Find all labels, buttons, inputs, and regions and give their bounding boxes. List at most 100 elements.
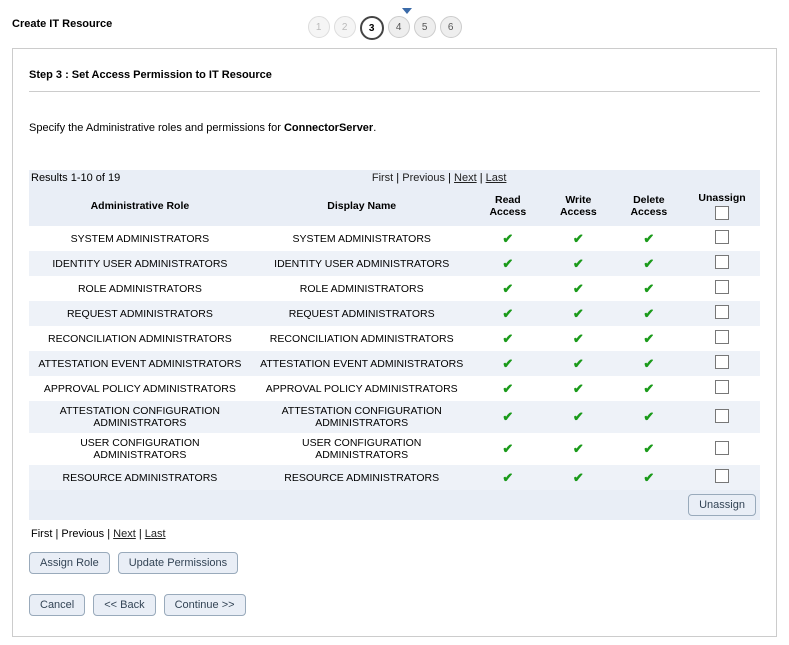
assign-role-button[interactable]: Assign Role (29, 552, 110, 574)
checkmark-icon: ✔ (502, 281, 513, 296)
checkmark-icon: ✔ (502, 441, 513, 456)
continue-button[interactable]: Continue >> (164, 594, 246, 616)
checkmark-icon: ✔ (573, 306, 584, 321)
display-cell: USER CONFIGURATION ADMINISTRATORS (251, 433, 473, 465)
unassign-checkbox[interactable] (715, 441, 729, 455)
unassign-checkbox[interactable] (715, 469, 729, 483)
pager-last-bottom[interactable]: Last (145, 528, 166, 540)
checkmark-icon: ✔ (502, 256, 513, 271)
results-count: Results 1-10 of 19 (31, 172, 120, 184)
role-cell: ATTESTATION CONFIGURATION ADMINISTRATORS (29, 401, 251, 433)
pager-next[interactable]: Next (454, 172, 477, 184)
delete-cell: ✔ (614, 301, 685, 326)
checkmark-icon: ✔ (573, 331, 584, 346)
col-display: Display Name (251, 186, 473, 226)
checkmark-icon: ✔ (643, 441, 654, 456)
table-row: APPROVAL POLICY ADMINISTRATORSAPPROVAL P… (29, 376, 760, 401)
checkmark-icon: ✔ (643, 409, 654, 424)
unassign-button[interactable]: Unassign (688, 494, 756, 516)
checkmark-icon: ✔ (573, 381, 584, 396)
unassign-checkbox[interactable] (715, 280, 729, 294)
wizard-stepper: 123456 (308, 16, 462, 40)
table-row: SYSTEM ADMINISTRATORSSYSTEM ADMINISTRATO… (29, 226, 760, 251)
col-unassign: Unassign (684, 186, 760, 226)
pager-next-bottom[interactable]: Next (113, 528, 136, 540)
checkmark-icon: ✔ (502, 381, 513, 396)
checkmark-icon: ✔ (573, 356, 584, 371)
display-cell: ATTESTATION CONFIGURATION ADMINISTRATORS (251, 401, 473, 433)
checkmark-icon: ✔ (643, 470, 654, 485)
unassign-all-checkbox[interactable] (715, 206, 729, 220)
pager-previous: Previous (402, 172, 445, 184)
wizard-panel: Step 3 : Set Access Permission to IT Res… (12, 48, 777, 637)
read-cell: ✔ (473, 301, 544, 326)
write-cell: ✔ (543, 465, 614, 490)
read-cell: ✔ (473, 276, 544, 301)
checkmark-icon: ✔ (573, 281, 584, 296)
unassign-checkbox[interactable] (715, 255, 729, 269)
display-cell: SYSTEM ADMINISTRATORS (251, 226, 473, 251)
write-cell: ✔ (543, 376, 614, 401)
display-cell: RECONCILIATION ADMINISTRATORS (251, 326, 473, 351)
table-row: IDENTITY USER ADMINISTRATORSIDENTITY USE… (29, 251, 760, 276)
checkmark-icon: ✔ (502, 306, 513, 321)
resource-name: ConnectorServer (284, 122, 373, 134)
step-heading: Step 3 : Set Access Permission to IT Res… (29, 61, 760, 91)
checkmark-icon: ✔ (502, 356, 513, 371)
display-cell: REQUEST ADMINISTRATORS (251, 301, 473, 326)
instruction-prefix: Specify the Administrative roles and per… (29, 122, 284, 134)
unassign-cell (684, 401, 760, 433)
unassign-checkbox[interactable] (715, 355, 729, 369)
display-cell: RESOURCE ADMINISTRATORS (251, 465, 473, 490)
unassign-cell (684, 376, 760, 401)
delete-cell: ✔ (614, 401, 685, 433)
unassign-cell (684, 226, 760, 251)
update-permissions-button[interactable]: Update Permissions (118, 552, 238, 574)
role-cell: RECONCILIATION ADMINISTRATORS (29, 326, 251, 351)
unassign-checkbox[interactable] (715, 305, 729, 319)
table-row: RECONCILIATION ADMINISTRATORSRECONCILIAT… (29, 326, 760, 351)
write-cell: ✔ (543, 276, 614, 301)
checkmark-icon: ✔ (502, 470, 513, 485)
step-6[interactable]: 6 (440, 16, 462, 38)
unassign-checkbox[interactable] (715, 409, 729, 423)
write-cell: ✔ (543, 251, 614, 276)
unassign-checkbox[interactable] (715, 230, 729, 244)
step-4[interactable]: 4 (388, 16, 410, 38)
write-cell: ✔ (543, 326, 614, 351)
cancel-button[interactable]: Cancel (29, 594, 85, 616)
role-cell: USER CONFIGURATION ADMINISTRATORS (29, 433, 251, 465)
role-cell: RESOURCE ADMINISTRATORS (29, 465, 251, 490)
checkmark-icon: ✔ (643, 381, 654, 396)
step-5[interactable]: 5 (414, 16, 436, 38)
write-cell: ✔ (543, 226, 614, 251)
unassign-checkbox[interactable] (715, 330, 729, 344)
display-cell: APPROVAL POLICY ADMINISTRATORS (251, 376, 473, 401)
write-cell: ✔ (543, 301, 614, 326)
col-read: Read Access (473, 186, 544, 226)
instruction-text: Specify the Administrative roles and per… (29, 122, 760, 134)
display-cell: ROLE ADMINISTRATORS (251, 276, 473, 301)
delete-cell: ✔ (614, 465, 685, 490)
current-step-indicator-icon (402, 8, 412, 14)
back-button[interactable]: << Back (93, 594, 155, 616)
checkmark-icon: ✔ (573, 409, 584, 424)
read-cell: ✔ (473, 251, 544, 276)
delete-cell: ✔ (614, 251, 685, 276)
unassign-checkbox[interactable] (715, 380, 729, 394)
pager-last[interactable]: Last (486, 172, 507, 184)
checkmark-icon: ✔ (643, 281, 654, 296)
permissions-table: Administrative Role Display Name Read Ac… (29, 186, 760, 520)
display-cell: ATTESTATION EVENT ADMINISTRATORS (251, 351, 473, 376)
step-1: 1 (308, 16, 330, 38)
read-cell: ✔ (473, 326, 544, 351)
delete-cell: ✔ (614, 226, 685, 251)
read-cell: ✔ (473, 401, 544, 433)
checkmark-icon: ✔ (502, 231, 513, 246)
unassign-cell (684, 251, 760, 276)
page-title: Create IT Resource (12, 18, 112, 30)
pager-bottom: First | Previous | Next | Last (29, 520, 760, 548)
checkmark-icon: ✔ (573, 256, 584, 271)
checkmark-icon: ✔ (573, 231, 584, 246)
pager-previous-bottom: Previous (61, 528, 104, 540)
